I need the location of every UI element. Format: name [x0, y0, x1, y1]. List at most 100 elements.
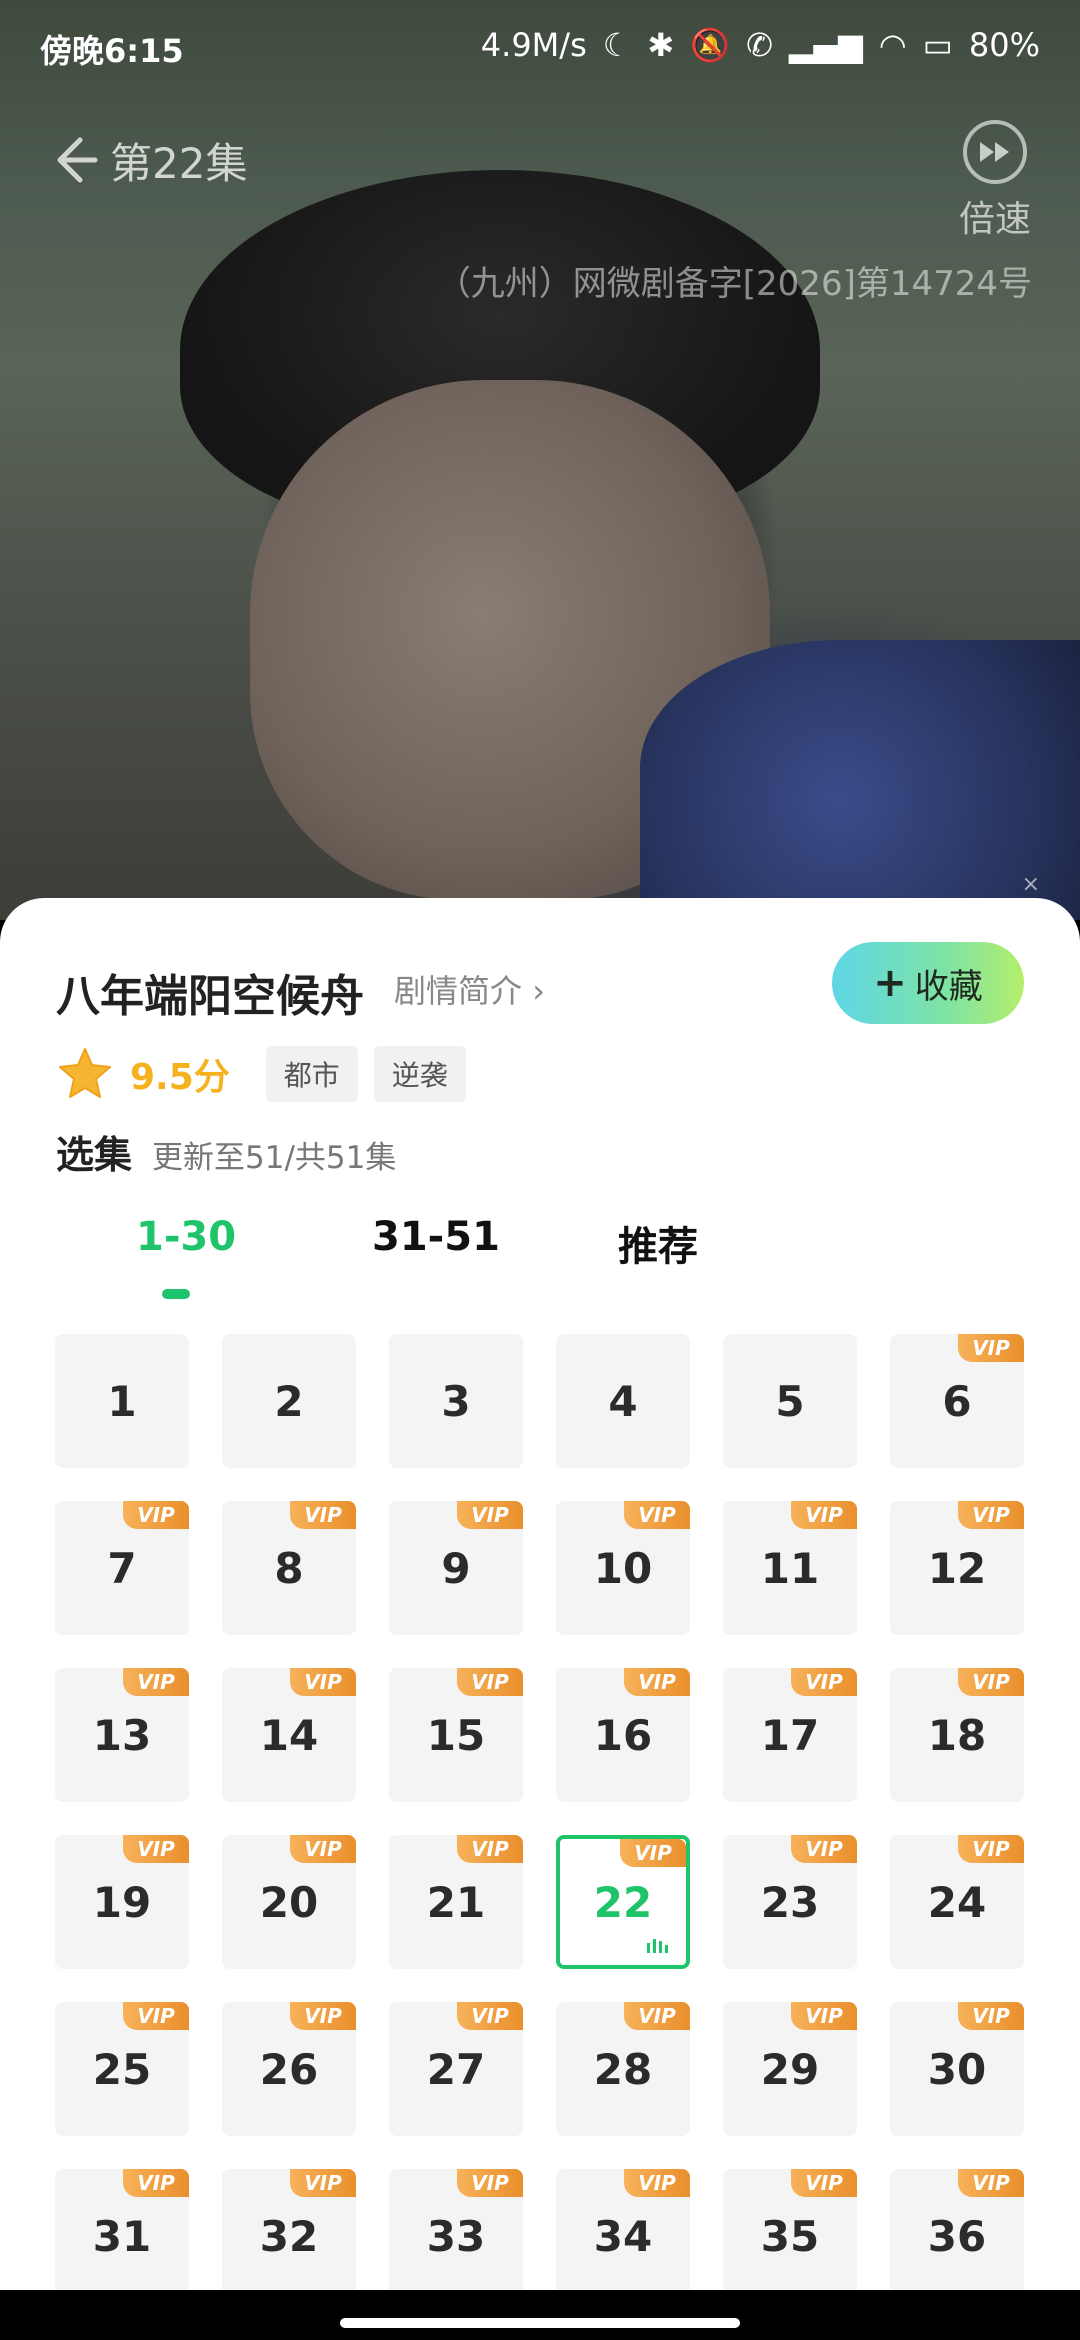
episode-cell[interactable]: 19 VIP — [55, 1835, 189, 1969]
episode-cell[interactable]: 9 VIP — [389, 1501, 523, 1635]
episode-number: 35 — [760, 2211, 820, 2261]
episode-number: 28 — [593, 2044, 653, 2094]
episode-cell[interactable]: 13 VIP — [55, 1668, 189, 1802]
episode-number: 31 — [92, 2211, 152, 2261]
episode-title: 第22集 — [110, 139, 248, 188]
home-indicator[interactable] — [340, 2318, 740, 2328]
playback-speed-button[interactable]: 倍速 — [940, 120, 1050, 242]
episode-number: 4 — [608, 1376, 638, 1426]
vip-badge: VIP — [791, 2002, 857, 2030]
episode-cell[interactable]: 26 VIP — [222, 2002, 356, 2136]
vip-badge: VIP — [958, 1334, 1024, 1362]
player-top-bar: 第22集 倍速 — [0, 110, 1080, 240]
episode-number: 23 — [760, 1877, 820, 1927]
synopsis-link[interactable]: 剧情简介 › — [394, 966, 545, 1012]
chevron-right-icon: › — [522, 972, 545, 1010]
tab-31-51[interactable]: 31-51 — [372, 1214, 500, 1260]
episode-cell-current[interactable]: 22 VIP — [556, 1835, 690, 1969]
episode-number: 8 — [274, 1543, 304, 1593]
episode-cell[interactable]: 33 VIP — [389, 2169, 523, 2290]
episode-cell[interactable]: 17 VIP — [723, 1668, 857, 1802]
episode-cell[interactable]: 2 — [222, 1334, 356, 1468]
episode-cell[interactable]: 7 VIP — [55, 1501, 189, 1635]
episode-cell[interactable]: 30 VIP — [890, 2002, 1024, 2136]
vip-badge: VIP — [457, 2002, 523, 2030]
video-frame-collar — [640, 640, 1080, 920]
tab-1-30[interactable]: 1-30 — [136, 1214, 236, 1260]
episode-cell[interactable]: 24 VIP — [890, 1835, 1024, 1969]
episode-number: 5 — [775, 1376, 805, 1426]
episodes-label: 选集 — [56, 1133, 133, 1177]
episode-number: 27 — [426, 2044, 486, 2094]
episode-cell[interactable]: 27 VIP — [389, 2002, 523, 2136]
plus-icon: + — [873, 960, 907, 1006]
system-nav-bar — [0, 2290, 1080, 2340]
episode-range-tabs: 1-30 31-51 推荐 — [0, 1214, 1080, 1304]
call-icon: ✆ — [746, 26, 773, 64]
vip-badge: VIP — [624, 1501, 690, 1529]
back-arrow-icon[interactable] — [40, 130, 100, 190]
episode-cell[interactable]: 12 VIP — [890, 1501, 1024, 1635]
battery-level: 80% — [968, 26, 1040, 64]
episode-cell[interactable]: 11 VIP — [723, 1501, 857, 1635]
vip-badge: VIP — [123, 1835, 189, 1863]
episode-cell[interactable]: 18 VIP — [890, 1668, 1024, 1802]
episode-cell[interactable]: 20 VIP — [222, 1835, 356, 1969]
tab-recommended[interactable]: 推荐 — [618, 1214, 698, 1272]
close-icon[interactable]: × — [1022, 872, 1040, 897]
video-player[interactable]: 傍晚6:15 4.9M/s ☾ ✱ 🔕 ✆ ▂▄▆ ◠ ▭ 80% 第22集 倍… — [0, 0, 1080, 920]
episode-cell[interactable]: 23 VIP — [723, 1835, 857, 1969]
vip-badge: VIP — [457, 1668, 523, 1696]
tag: 都市 — [265, 1046, 358, 1102]
episode-number: 34 — [593, 2211, 653, 2261]
episode-cell[interactable]: 10 VIP — [556, 1501, 690, 1635]
vip-badge: VIP — [620, 1839, 686, 1867]
episode-number: 26 — [259, 2044, 319, 2094]
episode-cell[interactable]: 16 VIP — [556, 1668, 690, 1802]
episode-cell[interactable]: 32 VIP — [222, 2169, 356, 2290]
episode-number: 21 — [426, 1877, 486, 1927]
wifi-icon: ◠ — [878, 26, 907, 64]
episode-cell[interactable]: 15 VIP — [389, 1668, 523, 1802]
tag: 逆袭 — [373, 1046, 466, 1102]
episode-cell[interactable]: 5 — [723, 1334, 857, 1468]
vip-badge: VIP — [624, 2169, 690, 2197]
episode-cell[interactable]: 36 VIP — [890, 2169, 1024, 2290]
episode-number: 16 — [593, 1710, 653, 1760]
vip-badge: VIP — [958, 1501, 1024, 1529]
vip-badge: VIP — [791, 2169, 857, 2197]
episode-cell[interactable]: 29 VIP — [723, 2002, 857, 2136]
license-watermark: （九州）网微剧备字[2026]第14724号 — [436, 264, 1032, 304]
episode-cell[interactable]: 14 VIP — [222, 1668, 356, 1802]
favorite-button[interactable]: + 收藏 — [832, 942, 1024, 1024]
episode-cell[interactable]: 35 VIP — [723, 2169, 857, 2290]
vip-badge: VIP — [290, 2002, 356, 2030]
bluetooth-icon: ✱ — [647, 26, 675, 64]
episode-cell[interactable]: 3 — [389, 1334, 523, 1468]
episode-cell[interactable]: 6 VIP — [890, 1334, 1024, 1468]
vip-badge: VIP — [791, 1835, 857, 1863]
episode-number: 15 — [426, 1710, 486, 1760]
episode-cell[interactable]: 31 VIP — [55, 2169, 189, 2290]
episode-cell[interactable]: 8 VIP — [222, 1501, 356, 1635]
episode-cell[interactable]: 1 — [55, 1334, 189, 1468]
episode-cell[interactable]: 4 — [556, 1334, 690, 1468]
status-bar: 傍晚6:15 4.9M/s ☾ ✱ 🔕 ✆ ▂▄▆ ◠ ▭ 80% — [0, 0, 1080, 96]
episode-cell[interactable]: 25 VIP — [55, 2002, 189, 2136]
vip-badge: VIP — [457, 1501, 523, 1529]
episode-number: 30 — [927, 2044, 987, 2094]
status-icons: 4.9M/s ☾ ✱ 🔕 ✆ ▂▄▆ ◠ ▭ 80% — [481, 26, 1040, 64]
episode-cell[interactable]: 21 VIP — [389, 1835, 523, 1969]
vip-badge: VIP — [958, 2169, 1024, 2197]
episode-cell[interactable]: 34 VIP — [556, 2169, 690, 2290]
episode-cell[interactable]: 28 VIP — [556, 2002, 690, 2136]
episode-number: 1 — [107, 1376, 137, 1426]
synopsis-label: 剧情简介 — [394, 972, 523, 1010]
vip-badge: VIP — [123, 1668, 189, 1696]
moon-icon: ☾ — [602, 26, 632, 64]
episode-number: 24 — [927, 1877, 987, 1927]
vip-badge: VIP — [290, 1668, 356, 1696]
episode-number: 9 — [441, 1543, 471, 1593]
episode-number: 13 — [92, 1710, 152, 1760]
vip-badge: VIP — [791, 1668, 857, 1696]
